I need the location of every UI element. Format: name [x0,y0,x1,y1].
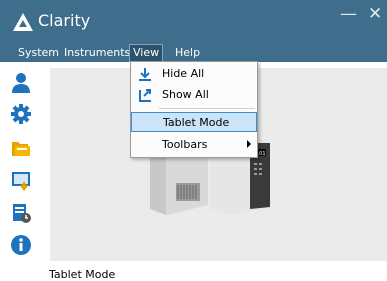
menu-view[interactable]: View [129,44,164,62]
menu-system[interactable]: System [15,45,62,61]
tablet-mode-label: Tablet Mode [163,116,230,129]
info-icon[interactable] [10,234,32,256]
gear-icon[interactable] [10,103,32,125]
hide-all-label: Hide All [162,67,205,80]
schedule-icon[interactable] [10,202,32,224]
show-all-label: Show All [162,88,209,101]
menu-help[interactable]: Help [172,45,203,61]
minimize-button[interactable]: — [340,6,357,23]
menu-item-toolbars[interactable]: Toolbars [131,135,257,155]
clarity-logo-icon [13,13,33,31]
menu-instruments[interactable]: Instruments [61,45,133,61]
submenu-arrow-icon [247,140,251,148]
status-bar: Tablet Mode [43,261,387,281]
status-text: Tablet Mode [49,268,116,281]
toolbars-label: Toolbars [162,138,208,151]
show-all-icon [139,89,151,102]
close-button[interactable]: ✕ [368,6,382,23]
app-title: Clarity [38,11,91,30]
title-bar: Clarity — ✕ [0,0,387,44]
folder-icon[interactable] [10,138,32,160]
import-icon[interactable] [10,170,32,192]
menu-separator [159,108,255,109]
menu-bar: System Instruments View Help [0,44,387,62]
menu-item-hide-all[interactable]: Hide All [131,64,257,84]
user-icon[interactable] [10,72,32,94]
sidebar [0,62,43,281]
view-dropdown-menu: Hide All Show All Tablet Mode Toolbars [130,61,258,158]
hide-all-icon [139,68,151,81]
menu-item-show-all[interactable]: Show All [131,85,257,105]
menu-item-tablet-mode[interactable]: Tablet Mode [131,112,257,132]
